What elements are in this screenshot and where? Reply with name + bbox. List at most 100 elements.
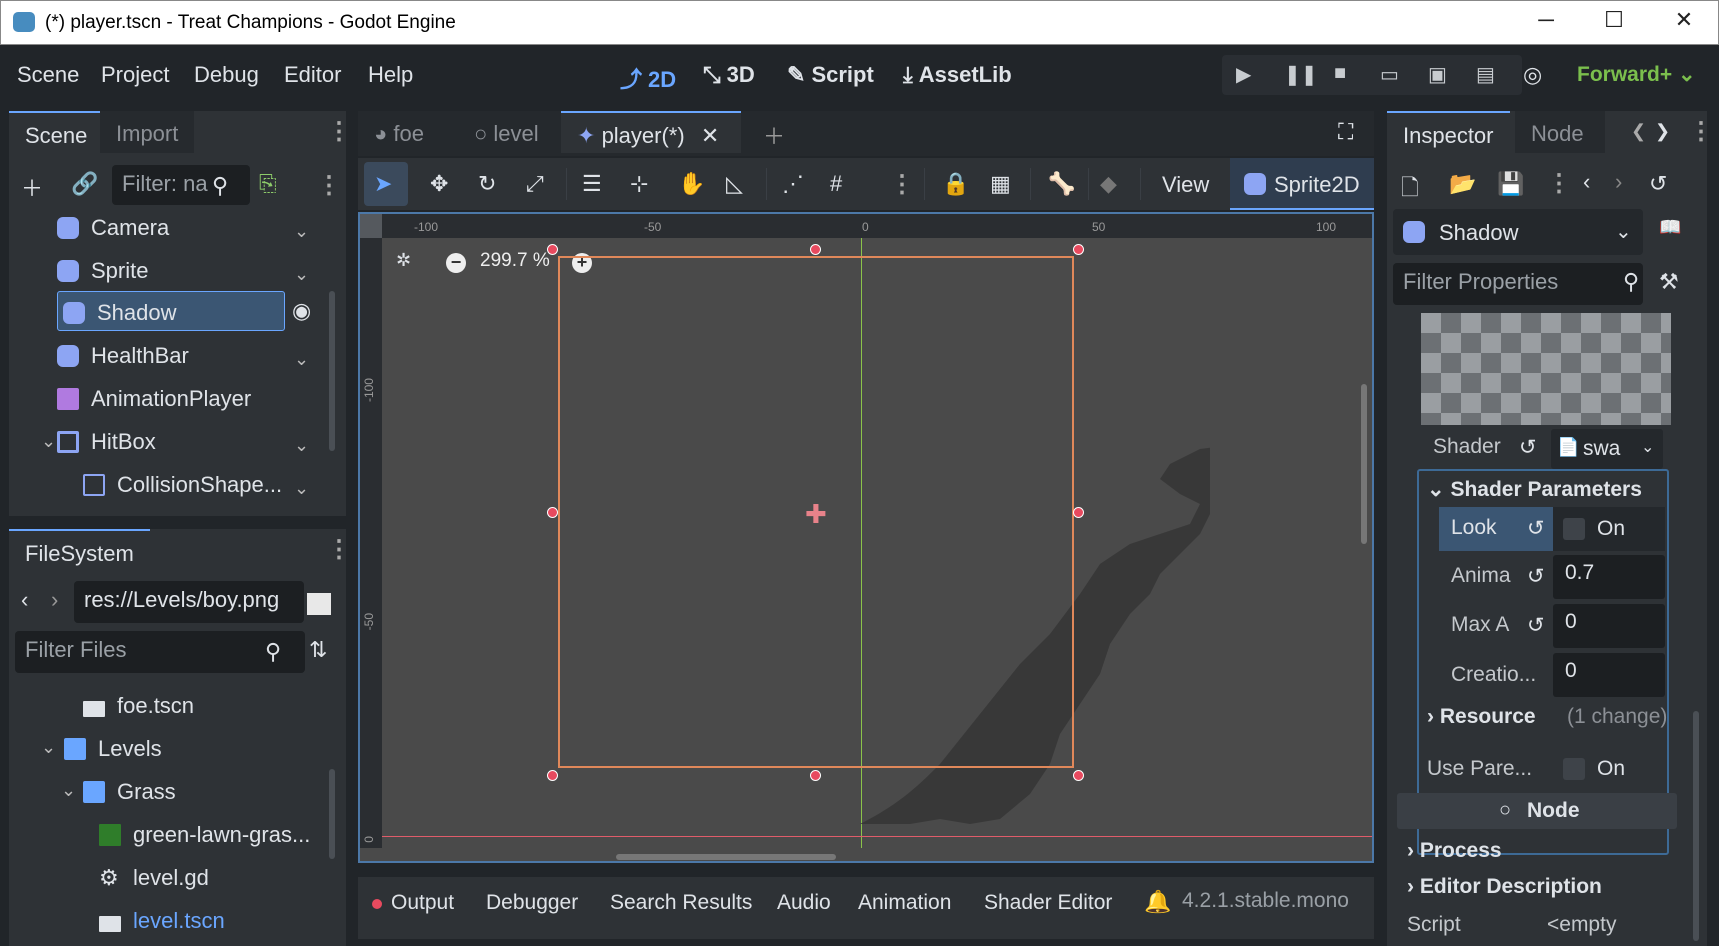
horizontal-scrollbar[interactable] xyxy=(616,854,836,860)
sprite2d-menu[interactable]: Sprite2D xyxy=(1230,158,1374,210)
grid-snap-icon[interactable]: # xyxy=(830,171,842,197)
bone-icon[interactable]: 🦴 xyxy=(1048,171,1075,197)
file-filter-input[interactable]: Filter Files xyxy=(15,631,305,673)
zoom-out-icon[interactable]: − xyxy=(446,253,466,273)
eye-icon[interactable]: ◉ xyxy=(292,298,311,324)
history-back-icon[interactable]: ‹ xyxy=(1583,169,1590,195)
snap-options-icon[interactable]: ⋮ xyxy=(890,170,914,199)
movie-maker-icon[interactable]: ◎ xyxy=(1523,62,1542,88)
handle-right[interactable] xyxy=(1073,507,1084,518)
layout-toggle-icon[interactable] xyxy=(307,593,331,615)
notification-bell-icon[interactable]: 🔔 xyxy=(1144,889,1171,915)
bottom-tab-search-results[interactable]: Search Results xyxy=(610,891,752,915)
tab-inspector[interactable]: Inspector xyxy=(1387,111,1510,153)
pause-icon[interactable]: ❚❚ xyxy=(1284,62,1318,87)
tree-node-animationplayer[interactable]: AnimationPlayer xyxy=(57,386,251,412)
scene-tree-scrollbar[interactable] xyxy=(329,291,335,451)
tree-node-camera[interactable]: Camera xyxy=(57,215,169,241)
file-foe-tscn[interactable]: foe.tscn xyxy=(83,693,194,719)
distraction-free-icon[interactable]: ⛶ xyxy=(1338,119,1353,145)
script-value[interactable]: <empty xyxy=(1547,913,1616,937)
visibility-dropdown-icon[interactable]: ⌄ xyxy=(294,435,309,456)
close-tab-icon[interactable]: ✕ xyxy=(701,123,719,148)
center-view-icon[interactable]: ✲ xyxy=(396,250,411,271)
tab-filesystem[interactable]: FileSystem xyxy=(9,529,150,571)
pan-tool-icon[interactable]: ✋ xyxy=(678,171,705,197)
collapse-arrow-icon[interactable]: ⌄ xyxy=(41,737,56,758)
filesystem-path-input[interactable]: res://Levels/boy.png xyxy=(74,581,304,623)
back-icon[interactable]: ‹ xyxy=(21,587,28,613)
param-anima-value[interactable]: 0.7 xyxy=(1553,555,1665,599)
ruler-tool-icon[interactable]: ◺ xyxy=(726,171,743,197)
param-max-a-value[interactable]: 0 xyxy=(1553,604,1665,648)
visibility-dropdown-icon[interactable]: ⌄ xyxy=(294,264,309,285)
more-options-icon[interactable]: ⋮ xyxy=(1689,117,1713,146)
link-icon[interactable]: 🔗 xyxy=(71,171,98,197)
stop-icon[interactable]: ■ xyxy=(1334,62,1346,85)
handle-bottom-right[interactable] xyxy=(1073,770,1084,781)
shader-resource-picker[interactable]: 📄 swa ⌄ xyxy=(1551,429,1663,469)
remote-debug-icon[interactable]: ▭ xyxy=(1380,62,1399,87)
resource-section[interactable]: › Resource xyxy=(1427,705,1536,729)
tab-level[interactable]: ○ level xyxy=(458,111,555,153)
scene-filter-input[interactable]: Filter: na xyxy=(112,165,250,205)
close-window-button[interactable]: ✕ xyxy=(1669,7,1699,33)
handle-left[interactable] xyxy=(547,507,558,518)
forward-icon[interactable]: › xyxy=(51,587,58,613)
handle-bottom[interactable] xyxy=(810,770,821,781)
scene-more-icon[interactable]: ⋮ xyxy=(317,171,341,200)
docs-icon[interactable]: 📖 xyxy=(1659,217,1681,238)
bottom-tab-debugger[interactable]: Debugger xyxy=(486,891,578,915)
select-tool-icon[interactable]: ➤ xyxy=(374,171,392,197)
workspace-assetlib-button[interactable]: ⤓ AssetLib xyxy=(903,62,1012,88)
tab-scene[interactable]: Scene xyxy=(9,111,104,153)
more-options-icon[interactable]: ⋮ xyxy=(327,535,351,564)
file-level-tscn[interactable]: level.tscn xyxy=(99,908,225,934)
inspector-more-icon[interactable]: ⋮ xyxy=(1547,169,1571,198)
sort-icon[interactable]: ⇅ xyxy=(309,637,327,663)
handle-top-right[interactable] xyxy=(1073,244,1084,255)
revert-icon[interactable]: ↺ xyxy=(1527,564,1545,589)
filter-properties-input[interactable]: Filter Properties xyxy=(1393,263,1643,305)
open-folder-icon[interactable]: 📂 xyxy=(1449,171,1476,197)
pivot-cross-icon[interactable]: ✚ xyxy=(805,499,827,530)
folder-levels[interactable]: Levels xyxy=(64,736,162,762)
pivot-tool-icon[interactable]: ⊹ xyxy=(630,171,648,197)
revert-icon[interactable]: ↺ xyxy=(1519,435,1537,460)
history-icon[interactable]: ↺ xyxy=(1649,171,1667,197)
revert-icon[interactable]: ↺ xyxy=(1527,516,1545,541)
visibility-dropdown-icon[interactable]: ⌄ xyxy=(294,478,309,499)
visibility-dropdown-icon[interactable]: ⌄ xyxy=(294,349,309,370)
menu-debug[interactable]: Debug xyxy=(194,62,259,88)
workspace-3d-button[interactable]: ⤡ 3D xyxy=(703,62,755,88)
workspace-script-button[interactable]: ✎ Script xyxy=(787,62,874,88)
editor-description-section[interactable]: › Editor Description xyxy=(1407,875,1602,899)
menu-scene[interactable]: Scene xyxy=(17,62,79,88)
bottom-tab-animation[interactable]: Animation xyxy=(858,891,951,915)
zoom-level[interactable]: 299.7 % xyxy=(480,250,550,272)
tree-node-healthbar[interactable]: HealthBar xyxy=(57,343,189,369)
file-green-lawn[interactable]: green-lawn-gras... xyxy=(99,822,310,848)
bottom-tab-shader-editor[interactable]: Shader Editor xyxy=(984,891,1112,915)
tools-icon[interactable]: ⚒ xyxy=(1659,269,1679,295)
scale-tool-icon[interactable]: ⤢ xyxy=(526,171,544,197)
more-options-icon[interactable]: ⋮ xyxy=(327,117,351,146)
list-select-icon[interactable]: ☰ xyxy=(582,171,602,197)
play-scene-icon[interactable]: ▣ xyxy=(1428,62,1447,87)
collapse-arrow-icon[interactable]: ⌄ xyxy=(61,780,76,801)
folder-grass[interactable]: Grass xyxy=(83,779,176,805)
renderer-select[interactable]: Forward+ ⌄ xyxy=(1577,62,1696,87)
save-icon[interactable]: 💾 xyxy=(1497,171,1524,197)
revert-icon[interactable]: ↺ xyxy=(1527,613,1545,638)
tree-node-collisionshape[interactable]: CollisionShape... xyxy=(83,472,282,498)
instance-scene-icon[interactable]: ⎘ xyxy=(259,171,277,197)
bottom-tab-output[interactable]: Output xyxy=(391,891,454,915)
collapse-arrow-icon[interactable]: ⌄ xyxy=(41,431,56,452)
file-level-gd[interactable]: ⚙ level.gd xyxy=(99,865,209,891)
rotate-tool-icon[interactable]: ↻ xyxy=(478,171,496,197)
vertical-scrollbar[interactable] xyxy=(1361,384,1367,544)
handle-top[interactable] xyxy=(810,244,821,255)
history-forward-icon[interactable]: › xyxy=(1615,169,1622,195)
play-custom-scene-icon[interactable]: ▤ xyxy=(1476,62,1495,87)
menu-editor[interactable]: Editor xyxy=(284,62,341,88)
